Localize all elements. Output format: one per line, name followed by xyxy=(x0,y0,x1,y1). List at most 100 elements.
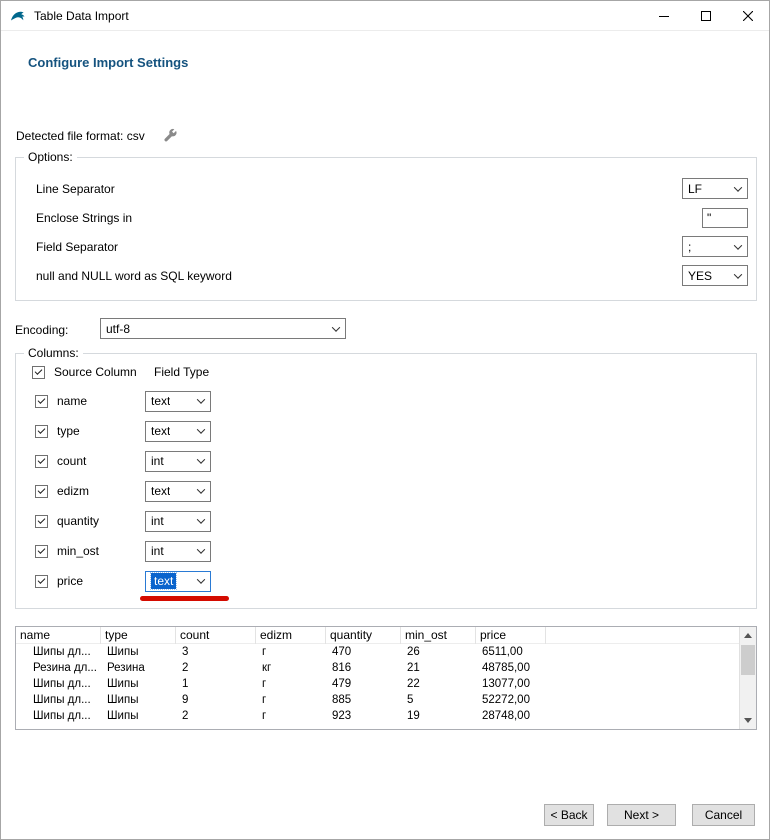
column-row-type: type text xyxy=(16,416,756,446)
check-icon xyxy=(38,576,46,584)
field-type-value: int xyxy=(151,454,164,468)
field-type-select[interactable]: text xyxy=(145,421,211,442)
field-type-value: int xyxy=(151,544,164,558)
cell: 48785,00 xyxy=(476,662,546,674)
field-type-value: text xyxy=(151,424,170,438)
cell: 26 xyxy=(401,646,476,658)
table-row[interactable]: Шипы дл... Шипы 1 г 479 22 13077,00 xyxy=(16,676,756,692)
cell: 479 xyxy=(326,678,401,690)
vertical-scrollbar[interactable] xyxy=(739,627,756,729)
column-row-price: price text xyxy=(16,566,756,596)
cell: 923 xyxy=(326,710,401,722)
cell: Шипы xyxy=(101,710,176,722)
line-separator-select[interactable]: LF xyxy=(682,178,748,199)
cell: 21 xyxy=(401,662,476,674)
chevron-down-icon xyxy=(193,573,209,590)
table-row[interactable]: Шипы дл... Шипы 2 г 923 19 28748,00 xyxy=(16,708,756,724)
field-type-select[interactable]: text xyxy=(145,391,211,412)
enclose-strings-label: Enclose Strings in xyxy=(36,211,702,225)
check-icon xyxy=(38,516,46,524)
table-row[interactable]: Шипы дл... Шипы 3 г 470 26 6511,00 xyxy=(16,644,756,660)
check-icon xyxy=(35,367,43,375)
cell: 2 xyxy=(176,710,256,722)
line-separator-label: Line Separator xyxy=(36,182,682,196)
maximize-button[interactable] xyxy=(685,1,727,31)
field-type-header: Field Type xyxy=(154,365,209,379)
scroll-up-icon[interactable] xyxy=(740,627,756,644)
column-checkbox[interactable] xyxy=(35,545,48,558)
options-group: Options: Line Separator LF Enclose Strin… xyxy=(15,157,757,301)
red-underline-annotation xyxy=(140,596,229,601)
preview-table: name type count edizm quantity min_ost p… xyxy=(15,626,757,730)
field-type-select-price[interactable]: text xyxy=(145,571,211,592)
column-checkbox[interactable] xyxy=(35,395,48,408)
select-all-checkbox[interactable] xyxy=(32,366,45,379)
cell: Шипы xyxy=(101,678,176,690)
column-checkbox[interactable] xyxy=(35,455,48,468)
chevron-down-icon xyxy=(730,180,746,197)
column-name: edizm xyxy=(57,484,145,498)
preview-header-filler xyxy=(546,627,756,644)
column-row-edizm: edizm text xyxy=(16,476,756,506)
field-separator-select[interactable]: ; xyxy=(682,236,748,257)
cell: 19 xyxy=(401,710,476,722)
columns-group: Columns: Source Column Field Type name t… xyxy=(15,353,757,609)
null-keyword-select[interactable]: YES xyxy=(682,265,748,286)
scrollbar-thumb[interactable] xyxy=(741,645,755,675)
column-checkbox[interactable] xyxy=(35,575,48,588)
encoding-select[interactable]: utf-8 xyxy=(100,318,346,339)
preview-header: edizm xyxy=(256,627,326,644)
cancel-button[interactable]: Cancel xyxy=(692,804,755,826)
cell: Резина xyxy=(101,662,176,674)
field-type-value: text xyxy=(151,484,170,498)
column-checkbox[interactable] xyxy=(35,485,48,498)
preview-header: name xyxy=(16,627,101,644)
column-name: price xyxy=(57,574,145,588)
close-button[interactable] xyxy=(727,1,769,31)
chevron-down-icon xyxy=(193,483,209,500)
encoding-value: utf-8 xyxy=(106,322,130,336)
cell: г xyxy=(256,678,326,690)
next-button[interactable]: Next > xyxy=(607,804,676,826)
cell: кг xyxy=(256,662,326,674)
field-type-value: int xyxy=(151,514,164,528)
check-icon xyxy=(38,546,46,554)
back-button[interactable]: < Back xyxy=(544,804,594,826)
chevron-down-icon xyxy=(193,513,209,530)
line-separator-row: Line Separator LF xyxy=(16,174,756,203)
field-type-select[interactable]: int xyxy=(145,541,211,562)
field-type-select[interactable]: int xyxy=(145,451,211,472)
column-row-count: count int xyxy=(16,446,756,476)
cell: 5 xyxy=(401,694,476,706)
cell: 6511,00 xyxy=(476,646,546,658)
cell: 470 xyxy=(326,646,401,658)
column-checkbox[interactable] xyxy=(35,515,48,528)
options-legend: Options: xyxy=(24,150,77,164)
column-checkbox[interactable] xyxy=(35,425,48,438)
column-row-min_ost: min_ost int xyxy=(16,536,756,566)
enclose-strings-input[interactable] xyxy=(702,208,748,228)
cell: Шипы дл... xyxy=(16,694,101,706)
wrench-icon[interactable] xyxy=(163,128,178,143)
minimize-button[interactable] xyxy=(643,1,685,31)
cell: Шипы дл... xyxy=(16,710,101,722)
scroll-down-icon[interactable] xyxy=(740,712,756,729)
cell: 9 xyxy=(176,694,256,706)
table-row[interactable]: Резина дл... Резина 2 кг 816 21 48785,00 xyxy=(16,660,756,676)
check-icon xyxy=(38,486,46,494)
cell: г xyxy=(256,694,326,706)
column-name: count xyxy=(57,454,145,468)
chevron-down-icon xyxy=(193,543,209,560)
field-type-select[interactable]: text xyxy=(145,481,211,502)
field-type-value: text xyxy=(151,394,170,408)
field-separator-label: Field Separator xyxy=(36,240,682,254)
columns-header-row: Source Column Field Type xyxy=(32,364,756,380)
field-type-select[interactable]: int xyxy=(145,511,211,532)
titlebar: Table Data Import xyxy=(1,1,769,31)
column-name: quantity xyxy=(57,514,145,528)
preview-header: type xyxy=(101,627,176,644)
cell: Резина дл... xyxy=(16,662,101,674)
table-row[interactable]: Шипы дл... Шипы 9 г 885 5 52272,00 xyxy=(16,692,756,708)
chevron-down-icon xyxy=(328,320,344,337)
cell: 816 xyxy=(326,662,401,674)
